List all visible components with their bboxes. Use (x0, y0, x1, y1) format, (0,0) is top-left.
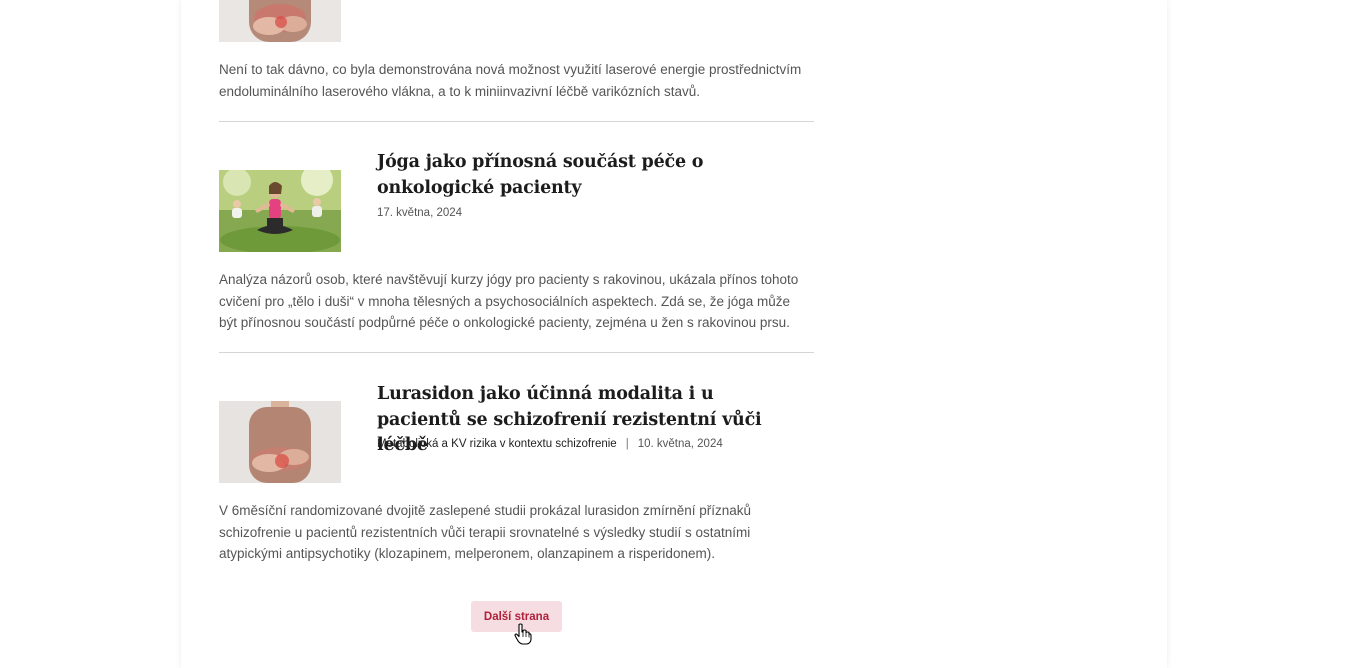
article-excerpt: V 6měsíční randomizované dvojitě zaslepe… (219, 503, 752, 561)
meta-separator: | (625, 438, 629, 450)
article-excerpt: Není to tak dávno, co byla demonstrována… (219, 62, 802, 99)
article-category-link[interactable]: Metabolická a KV rizika v kontextu schiz… (377, 438, 617, 450)
article-thumbnail[interactable] (219, 401, 341, 483)
article-thumbnail[interactable] (219, 170, 341, 252)
article-meta: Metabolická a KV rizika v kontextu schiz… (377, 438, 723, 450)
woman-holding-abdomen-image (219, 401, 341, 483)
article-thumbnail[interactable] (219, 0, 341, 42)
page-container: Není to tak dávno, co byla demonstrována… (181, 0, 1167, 668)
article-excerpt: Analýza názorů osob, které navštěvují ku… (219, 272, 799, 330)
article-meta: 17. května, 2024 (377, 207, 462, 219)
hand-pointer-cursor-icon (514, 623, 532, 645)
yoga-group-meditation-image (219, 170, 341, 252)
article-date: 10. května, 2024 (637, 438, 723, 450)
article-title-link[interactable]: Jóga jako přínosná součást péče o onkolo… (377, 150, 797, 201)
article-date: 17. května, 2024 (377, 207, 463, 219)
article-divider (219, 121, 814, 122)
woman-holding-abdomen-image (219, 0, 341, 42)
article-divider (219, 352, 814, 353)
